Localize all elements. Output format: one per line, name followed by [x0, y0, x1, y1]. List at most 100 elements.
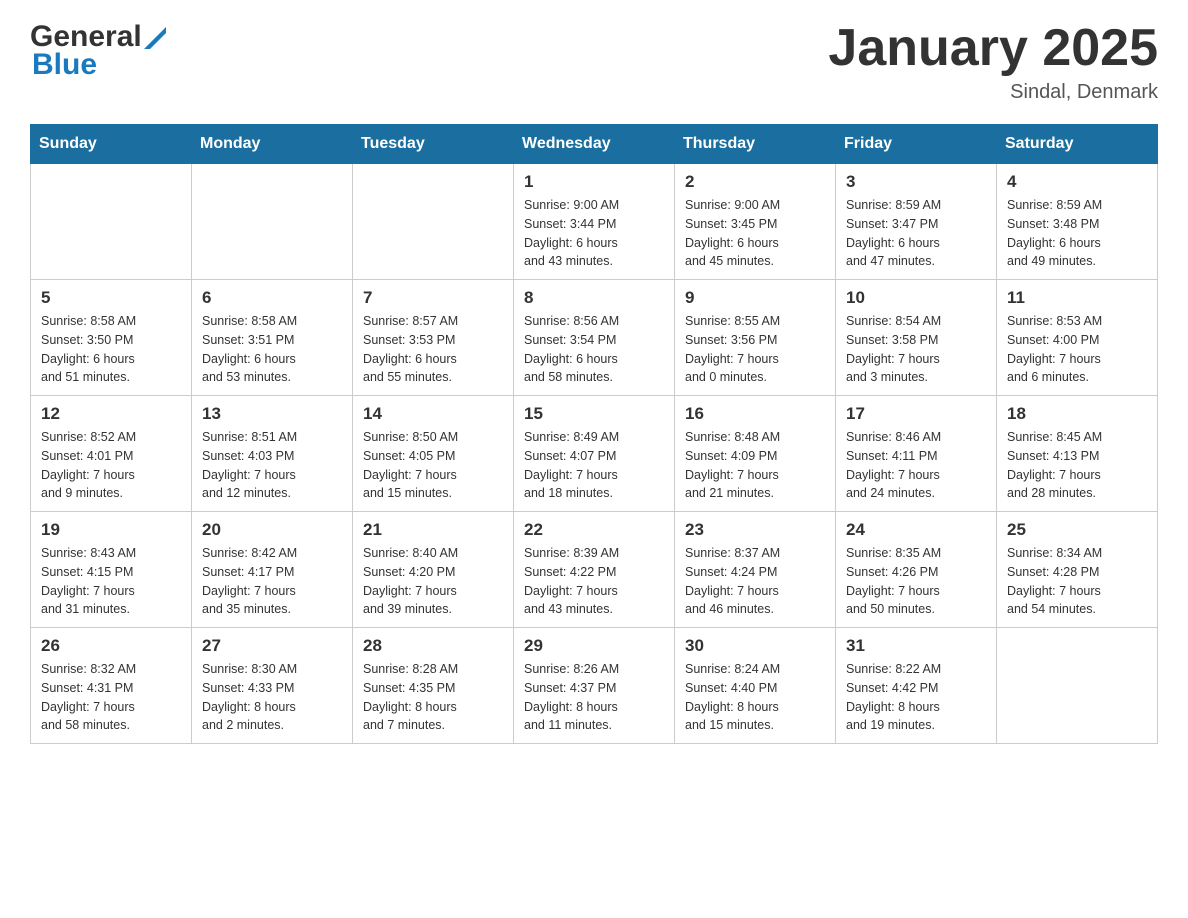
day-number: 24: [846, 520, 986, 540]
day-number: 1: [524, 172, 664, 192]
day-info: Sunrise: 8:22 AM Sunset: 4:42 PM Dayligh…: [846, 660, 986, 735]
day-info: Sunrise: 9:00 AM Sunset: 3:44 PM Dayligh…: [524, 196, 664, 271]
logo-blue-text: Blue: [32, 48, 97, 82]
calendar-cell: 19 Sunrise: 8:43 AM Sunset: 4:15 PM Dayli…: [31, 512, 192, 628]
calendar-cell: 14 Sunrise: 8:50 AM Sunset: 4:05 PM Dayli…: [353, 396, 514, 512]
day-info: Sunrise: 8:45 AM Sunset: 4:13 PM Dayligh…: [1007, 428, 1147, 503]
day-info: Sunrise: 8:59 AM Sunset: 3:47 PM Dayligh…: [846, 196, 986, 271]
calendar-cell: 31Sunrise: 8:22 AM Sunset: 4:42 PM Dayli…: [836, 628, 997, 744]
calendar-cell: 18Sunrise: 8:45 AM Sunset: 4:13 PM Dayli…: [997, 396, 1158, 512]
calendar-cell: 7 Sunrise: 8:57 AM Sunset: 3:53 PM Daylig…: [353, 280, 514, 396]
day-info: Sunrise: 8:57 AM Sunset: 3:53 PM Dayligh…: [363, 312, 503, 387]
calendar-cell: 2 Sunrise: 9:00 AM Sunset: 3:45 PM Daylig…: [675, 164, 836, 280]
day-info: Sunrise: 8:58 AM Sunset: 3:51 PM Dayligh…: [202, 312, 342, 387]
calendar-cell: 30Sunrise: 8:24 AM Sunset: 4:40 PM Dayli…: [675, 628, 836, 744]
calendar-cell: [31, 164, 192, 280]
calendar-cell: 21 Sunrise: 8:40 AM Sunset: 4:20 PM Dayli…: [353, 512, 514, 628]
day-number: 13: [202, 404, 342, 424]
day-header-wednesday: Wednesday: [514, 125, 675, 164]
calendar-cell: 27 Sunrise: 8:30 AM Sunset: 4:33 PM Dayli…: [192, 628, 353, 744]
day-info: Sunrise: 8:35 AM Sunset: 4:26 PM Dayligh…: [846, 544, 986, 619]
calendar-cell: 24 Sunrise: 8:35 AM Sunset: 4:26 PM Dayli…: [836, 512, 997, 628]
page-header: General Blue January 2025 Sindal, Denmar…: [30, 20, 1158, 104]
day-info: Sunrise: 8:34 AM Sunset: 4:28 PM Dayligh…: [1007, 544, 1147, 619]
calendar-cell: [997, 628, 1158, 744]
logo-arrow-icon: [144, 27, 166, 49]
day-info: Sunrise: 8:39 AM Sunset: 4:22 PM Dayligh…: [524, 544, 664, 619]
day-number: 5: [41, 288, 181, 308]
day-info: Sunrise: 8:43 AM Sunset: 4:15 PM Dayligh…: [41, 544, 181, 619]
day-header-saturday: Saturday: [997, 125, 1158, 164]
calendar-cell: 11 Sunrise: 8:53 AM Sunset: 4:00 PM Dayli…: [997, 280, 1158, 396]
calendar-cell: 3Sunrise: 8:59 AM Sunset: 3:47 PM Daylig…: [836, 164, 997, 280]
day-info: Sunrise: 8:52 AM Sunset: 4:01 PM Dayligh…: [41, 428, 181, 503]
day-header-friday: Friday: [836, 125, 997, 164]
calendar-subtitle: Sindal, Denmark: [828, 81, 1158, 104]
day-info: Sunrise: 8:58 AM Sunset: 3:50 PM Dayligh…: [41, 312, 181, 387]
day-number: 9: [685, 288, 825, 308]
calendar-cell: 23Sunrise: 8:37 AM Sunset: 4:24 PM Dayli…: [675, 512, 836, 628]
day-header-thursday: Thursday: [675, 125, 836, 164]
day-header-monday: Monday: [192, 125, 353, 164]
day-number: 14: [363, 404, 503, 424]
day-number: 22: [524, 520, 664, 540]
day-info: Sunrise: 8:50 AM Sunset: 4:05 PM Dayligh…: [363, 428, 503, 503]
day-info: Sunrise: 8:56 AM Sunset: 3:54 PM Dayligh…: [524, 312, 664, 387]
day-number: 10: [846, 288, 986, 308]
day-number: 11: [1007, 288, 1147, 308]
day-info: Sunrise: 8:49 AM Sunset: 4:07 PM Dayligh…: [524, 428, 664, 503]
day-number: 25: [1007, 520, 1147, 540]
day-number: 8: [524, 288, 664, 308]
day-number: 27: [202, 636, 342, 656]
day-info: Sunrise: 8:32 AM Sunset: 4:31 PM Dayligh…: [41, 660, 181, 735]
calendar-cell: 25 Sunrise: 8:34 AM Sunset: 4:28 PM Dayli…: [997, 512, 1158, 628]
calendar-cell: 29 Sunrise: 8:26 AM Sunset: 4:37 PM Dayli…: [514, 628, 675, 744]
week-row-2: 5 Sunrise: 8:58 AM Sunset: 3:50 PM Daylig…: [31, 280, 1158, 396]
calendar-body: 1 Sunrise: 9:00 AM Sunset: 3:44 PM Daylig…: [31, 164, 1158, 744]
calendar-cell: [192, 164, 353, 280]
week-row-5: 26 Sunrise: 8:32 AM Sunset: 4:31 PM Dayli…: [31, 628, 1158, 744]
calendar-cell: 22 Sunrise: 8:39 AM Sunset: 4:22 PM Dayli…: [514, 512, 675, 628]
day-info: Sunrise: 8:51 AM Sunset: 4:03 PM Dayligh…: [202, 428, 342, 503]
day-number: 12: [41, 404, 181, 424]
calendar-cell: 20 Sunrise: 8:42 AM Sunset: 4:17 PM Dayli…: [192, 512, 353, 628]
day-info: Sunrise: 8:53 AM Sunset: 4:00 PM Dayligh…: [1007, 312, 1147, 387]
day-number: 20: [202, 520, 342, 540]
calendar-cell: 1 Sunrise: 9:00 AM Sunset: 3:44 PM Daylig…: [514, 164, 675, 280]
day-info: Sunrise: 8:26 AM Sunset: 4:37 PM Dayligh…: [524, 660, 664, 735]
day-number: 16: [685, 404, 825, 424]
days-of-week-row: SundayMondayTuesdayWednesdayThursdayFrid…: [31, 125, 1158, 164]
calendar-cell: 9 Sunrise: 8:55 AM Sunset: 3:56 PM Daylig…: [675, 280, 836, 396]
day-number: 26: [41, 636, 181, 656]
day-info: Sunrise: 8:24 AM Sunset: 4:40 PM Dayligh…: [685, 660, 825, 735]
day-info: Sunrise: 8:42 AM Sunset: 4:17 PM Dayligh…: [202, 544, 342, 619]
title-section: January 2025 Sindal, Denmark: [828, 20, 1158, 104]
day-number: 19: [41, 520, 181, 540]
calendar-cell: 17 Sunrise: 8:46 AM Sunset: 4:11 PM Dayli…: [836, 396, 997, 512]
day-info: Sunrise: 8:40 AM Sunset: 4:20 PM Dayligh…: [363, 544, 503, 619]
calendar-cell: 12 Sunrise: 8:52 AM Sunset: 4:01 PM Dayli…: [31, 396, 192, 512]
calendar-cell: 16Sunrise: 8:48 AM Sunset: 4:09 PM Dayli…: [675, 396, 836, 512]
day-number: 21: [363, 520, 503, 540]
calendar-cell: 28Sunrise: 8:28 AM Sunset: 4:35 PM Dayli…: [353, 628, 514, 744]
day-info: Sunrise: 8:46 AM Sunset: 4:11 PM Dayligh…: [846, 428, 986, 503]
calendar-table: SundayMondayTuesdayWednesdayThursdayFrid…: [30, 124, 1158, 744]
day-number: 7: [363, 288, 503, 308]
calendar-cell: 10Sunrise: 8:54 AM Sunset: 3:58 PM Dayli…: [836, 280, 997, 396]
calendar-cell: [353, 164, 514, 280]
day-info: Sunrise: 9:00 AM Sunset: 3:45 PM Dayligh…: [685, 196, 825, 271]
day-info: Sunrise: 8:55 AM Sunset: 3:56 PM Dayligh…: [685, 312, 825, 387]
day-number: 4: [1007, 172, 1147, 192]
calendar-cell: 8 Sunrise: 8:56 AM Sunset: 3:54 PM Daylig…: [514, 280, 675, 396]
week-row-3: 12 Sunrise: 8:52 AM Sunset: 4:01 PM Dayli…: [31, 396, 1158, 512]
week-row-4: 19 Sunrise: 8:43 AM Sunset: 4:15 PM Dayli…: [31, 512, 1158, 628]
calendar-header: SundayMondayTuesdayWednesdayThursdayFrid…: [31, 125, 1158, 164]
day-number: 29: [524, 636, 664, 656]
calendar-cell: 6Sunrise: 8:58 AM Sunset: 3:51 PM Daylig…: [192, 280, 353, 396]
day-header-sunday: Sunday: [31, 125, 192, 164]
day-number: 2: [685, 172, 825, 192]
calendar-title: January 2025: [828, 20, 1158, 77]
calendar-cell: 5 Sunrise: 8:58 AM Sunset: 3:50 PM Daylig…: [31, 280, 192, 396]
day-info: Sunrise: 8:30 AM Sunset: 4:33 PM Dayligh…: [202, 660, 342, 735]
day-number: 17: [846, 404, 986, 424]
